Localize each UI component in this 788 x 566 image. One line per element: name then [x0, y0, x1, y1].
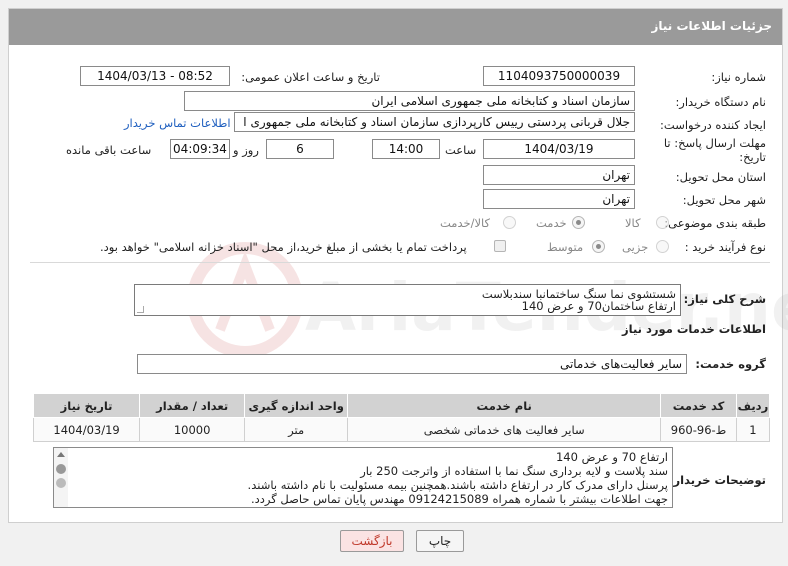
need-number-field[interactable]: 1104093750000039 [483, 66, 635, 86]
category-option-goods: کالا [625, 216, 641, 230]
col-row: ردیف [735, 393, 771, 418]
city-label: شهر محل تحویل: [682, 193, 766, 207]
notes-line-3: پرسنل دارای مدرک کار در ارتفاع داشته باش… [247, 478, 668, 492]
panel-title: جزئیات اطلاعات نیاز [651, 19, 772, 33]
buyer-org-label: نام دستگاه خریدار: [675, 95, 766, 109]
requester-field[interactable]: جلال قربانی پردستی رییس کارپردازی سازمان… [234, 112, 635, 132]
deadline-time-field[interactable]: 14:00 [372, 139, 440, 159]
announce-field[interactable]: 1404/03/13 - 08:52 [80, 66, 230, 86]
service-group-field[interactable]: سایر فعالیت‌های خدماتی [137, 354, 687, 374]
city-field[interactable]: تهران [483, 189, 635, 209]
cell-need-date: 1404/03/19 [32, 417, 141, 442]
payment-note: پرداخت تمام یا بخشی از مبلغ خرید،از محل … [100, 240, 467, 254]
notes-line-1: ارتفاع 70 و عرض 140 [555, 450, 668, 464]
cell-service-code: ط-96-960 [660, 417, 737, 442]
time-label: ساعت [445, 143, 477, 157]
summary-line-2: ارتفاع ساختمان70 و عرض 140 [521, 299, 676, 313]
col-service-name: نام خدمت [347, 393, 662, 418]
process-radio-medium[interactable] [592, 240, 605, 253]
buyer-contact-link[interactable]: اطلاعات تماس خریدار [124, 116, 231, 130]
service-group-label: گروه خدمت: [695, 357, 766, 371]
announce-label: تاریخ و ساعت اعلان عمومی: [241, 70, 380, 84]
category-option-service: خدمت [536, 216, 567, 230]
category-label: طبقه بندی موضوعی: [664, 216, 766, 230]
notes-line-2: سند پلاست و لایه برداری سنگ نما با استفا… [360, 464, 668, 478]
table-header-row: ردیف کد خدمت نام خدمت واحد اندازه گیری ت… [32, 393, 771, 418]
services-section-title: اطلاعات خدمات مورد نیاز [622, 322, 766, 336]
notes-scrollbar[interactable] [54, 448, 68, 507]
buyer-notes-label: توضیحات خریدار: [668, 473, 766, 487]
col-quantity: تعداد / مقدار [139, 393, 246, 418]
remaining-time-field[interactable]: 04:09:34 [170, 139, 230, 159]
payment-checkbox[interactable] [494, 240, 506, 252]
cell-row: 1 [735, 417, 771, 442]
category-radio-goods-service[interactable] [503, 216, 516, 229]
col-need-date: تاریخ نیاز [32, 393, 141, 418]
scroll-thumb[interactable] [56, 464, 66, 474]
requester-label: ایجاد کننده درخواست: [660, 118, 766, 132]
process-option-medium: متوسط [547, 240, 584, 254]
panel-header: جزئیات اطلاعات نیاز [9, 9, 782, 45]
remaining-label: ساعت باقی مانده [66, 143, 152, 157]
deadline-date-field[interactable]: 1404/03/19 [483, 139, 635, 159]
process-label: نوع فرآیند خرید : [684, 240, 766, 254]
scroll-thumb-secondary [56, 478, 66, 488]
province-label: استان محل تحویل: [675, 170, 766, 184]
deadline-label: مهلت ارسال پاسخ: تا تاریخ: [663, 136, 766, 164]
resize-grip[interactable] [137, 306, 144, 313]
summary-textarea[interactable]: شستشوی نما سنگ ساختمانبا سندبلاست ارتفاع… [134, 284, 681, 316]
table-row[interactable]: 1 ط-96-960 سایر فعالیت های خدماتی شخصی م… [32, 417, 771, 442]
province-field[interactable]: تهران [483, 165, 635, 185]
summary-label: شرح کلی نیاز: [683, 292, 766, 306]
cell-service-name: سایر فعالیت های خدماتی شخصی [347, 417, 662, 442]
back-button[interactable]: بازگشت [340, 530, 404, 552]
divider [30, 262, 770, 263]
days-field[interactable]: 6 [266, 139, 334, 159]
cell-unit: متر [244, 417, 349, 442]
process-option-minor: جزیی [622, 240, 649, 254]
scroll-up-icon[interactable] [57, 452, 65, 457]
services-table: ردیف کد خدمت نام خدمت واحد اندازه گیری ت… [32, 393, 771, 442]
category-option-goods-service: کالا/خدمت [440, 216, 491, 230]
buyer-notes-textarea[interactable]: ارتفاع 70 و عرض 140 سند پلاست و لایه برد… [53, 447, 673, 508]
category-radio-goods[interactable] [656, 216, 669, 229]
days-label: روز و [233, 143, 259, 157]
print-button[interactable]: چاپ [416, 530, 464, 552]
cell-quantity: 10000 [139, 417, 246, 442]
need-number-label: شماره نیاز: [711, 70, 766, 84]
notes-line-4: جهت اطلاعات بیشتر با شماره همراه 0912421… [251, 492, 668, 506]
col-service-code: کد خدمت [660, 393, 737, 418]
category-radio-service[interactable] [572, 216, 585, 229]
col-unit: واحد اندازه گیری [244, 393, 349, 418]
process-radio-minor[interactable] [656, 240, 669, 253]
buyer-org-field[interactable]: سازمان اسناد و کتابخانه ملی جمهوری اسلام… [184, 91, 635, 111]
